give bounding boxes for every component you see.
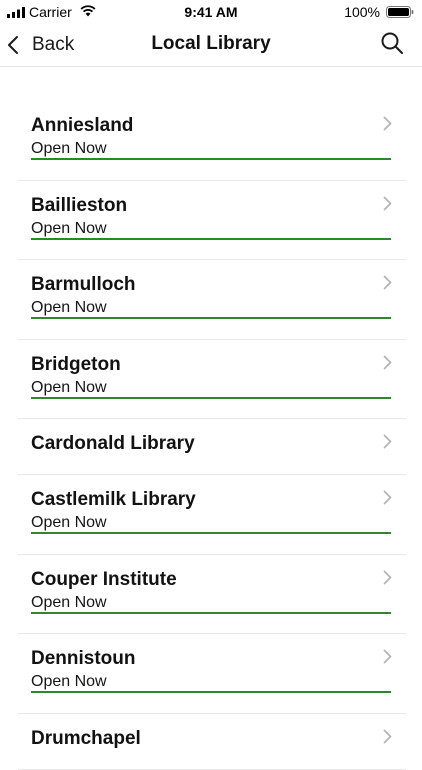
open-status: Open Now: [31, 593, 107, 611]
chevron-right-icon: [383, 355, 392, 369]
page-title: Local Library: [151, 33, 271, 54]
chevron-right-icon: [383, 116, 392, 131]
open-status: Open Now: [31, 378, 107, 396]
open-indicator-line: [31, 532, 391, 534]
navigation-bar: Back Local Library: [0, 24, 422, 67]
library-row[interactable]: Bridgeton Open Now: [18, 340, 406, 419]
open-indicator-line: [31, 158, 391, 160]
library-list: Anniesland Open Now Baillieston Open Now Bar…: [0, 101, 422, 770]
battery-icon: [386, 6, 414, 18]
chevron-right-icon: [383, 649, 392, 664]
library-row[interactable]: Dennistoun Open Now: [18, 634, 406, 714]
open-status: Open Now: [31, 514, 107, 531]
battery-percent: 100%: [344, 4, 380, 20]
chevron-right-icon: [383, 729, 392, 743]
library-row[interactable]: Couper Institute Open Now: [18, 555, 406, 634]
open-indicator-line: [31, 611, 391, 614]
status-bar: Carrier 9:41 AM 100%: [0, 0, 422, 24]
open-status: Open Now: [31, 140, 107, 157]
open-indicator-line: [31, 237, 391, 240]
chevron-right-icon: [383, 196, 392, 210]
library-name: Cardonald Library: [31, 433, 195, 454]
open-status: Open Now: [31, 673, 107, 690]
library-row[interactable]: Barmulloch Open Now: [18, 260, 406, 340]
library-row[interactable]: Anniesland Open Now: [18, 101, 406, 181]
library-name: Dennistoun: [31, 648, 136, 669]
open-status: Open Now: [31, 299, 107, 316]
library-name: Couper Institute: [31, 568, 177, 590]
chevron-right-icon: [383, 434, 392, 449]
library-row[interactable]: Drumchapel: [18, 714, 406, 770]
chevron-right-icon: [383, 490, 392, 505]
library-name: Drumchapel: [31, 727, 141, 749]
open-indicator-line: [31, 691, 391, 693]
open-status: Open Now: [31, 219, 107, 237]
library-row[interactable]: Baillieston Open Now: [18, 181, 406, 260]
open-indicator-line: [31, 396, 391, 399]
library-name: Baillieston: [31, 194, 128, 216]
library-name: Barmulloch: [31, 274, 136, 295]
chevron-right-icon: [383, 275, 392, 290]
chevron-right-icon: [383, 570, 392, 584]
library-name: Anniesland: [31, 115, 134, 136]
library-row[interactable]: Castlemilk Library Open Now: [18, 475, 406, 555]
library-name: Bridgeton: [31, 353, 121, 375]
search-icon[interactable]: [380, 31, 404, 55]
open-indicator-line: [31, 317, 391, 319]
library-name: Castlemilk Library: [31, 489, 196, 510]
library-row[interactable]: Cardonald Library: [18, 419, 406, 475]
